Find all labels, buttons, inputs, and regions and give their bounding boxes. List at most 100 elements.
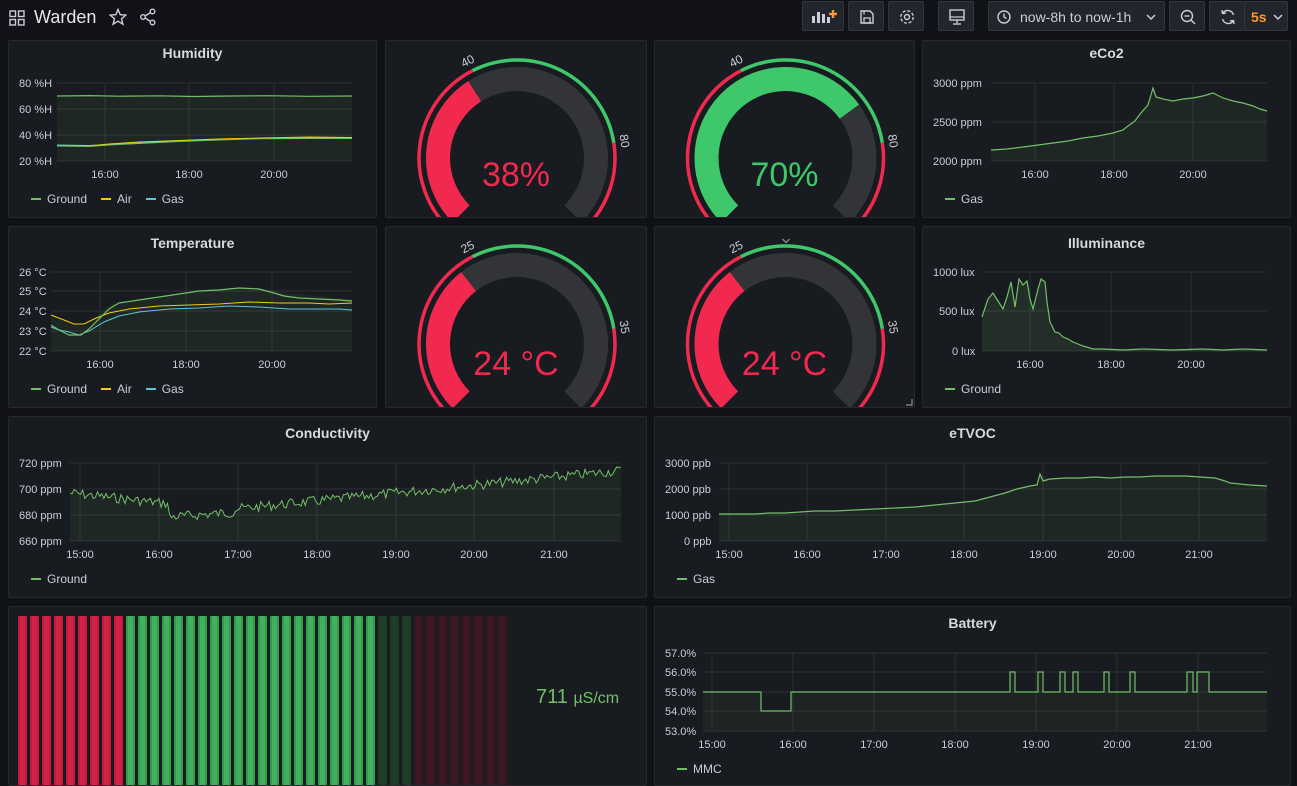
add-panel-button[interactable] bbox=[802, 1, 844, 31]
y-tick: 680 ppm bbox=[19, 510, 62, 522]
resize-handle-icon[interactable] bbox=[905, 398, 913, 406]
x-tick: 18:00 bbox=[303, 549, 331, 561]
legend-item-ground[interactable]: Ground bbox=[31, 572, 87, 586]
bargauge-cell-highlight bbox=[260, 616, 265, 785]
clock-icon bbox=[997, 10, 1011, 24]
gauge-tick-label: 80 bbox=[885, 133, 901, 149]
bargauge-value-display: 711 µS/cm bbox=[536, 686, 619, 709]
series-ground-line bbox=[56, 94, 353, 98]
conductivity-bargauge-panel[interactable]: 711 µS/cm bbox=[8, 606, 647, 786]
temperature-panel[interactable]: Temperature 26 °C 25 °C 24 °C 23 °C 22 °… bbox=[8, 226, 377, 408]
y-tick: 22 °C bbox=[19, 346, 47, 358]
legend-item-gas[interactable]: Gas bbox=[145, 382, 184, 396]
bargauge-cell-highlight bbox=[152, 616, 157, 785]
etvoc-panel[interactable]: eTVOC 3000 ppb 2000 ppb 1000 ppb 0 ppb 1… bbox=[654, 416, 1291, 598]
x-tick: 20:00 bbox=[1177, 359, 1205, 371]
eco2-panel[interactable]: eCo2 3000 ppm 2500 ppm 2000 ppm 16:00 18… bbox=[922, 40, 1291, 218]
bargauge-cell-highlight bbox=[236, 616, 241, 785]
temperature-gauge-air-panel[interactable]: 15253540 24 °C bbox=[654, 226, 915, 408]
save-dashboard-button[interactable] bbox=[848, 1, 884, 31]
illuminance-panel[interactable]: Illuminance 1000 lux 500 lux 0 lux 16:00… bbox=[922, 226, 1291, 408]
bargauge-cell-highlight bbox=[116, 616, 121, 785]
refresh-button[interactable] bbox=[1209, 1, 1245, 31]
bargauge-cell-highlight bbox=[416, 616, 421, 785]
time-range-label: now-8h to now-1h bbox=[1020, 9, 1132, 25]
x-tick: 20:00 bbox=[1103, 739, 1131, 751]
bargauge-cell-highlight bbox=[284, 616, 289, 785]
gauge-tick-label: 25 bbox=[727, 238, 746, 257]
bargauge-cell-highlight bbox=[212, 616, 217, 785]
bargauge-cell-highlight bbox=[356, 616, 361, 785]
x-tick: 18:00 bbox=[172, 359, 200, 371]
humidity-gauge-ground-panel[interactable]: 04080100 38% bbox=[385, 40, 647, 218]
save-icon bbox=[860, 10, 874, 24]
bargauge-unit: µS/cm bbox=[573, 690, 620, 707]
y-tick: 23 °C bbox=[19, 326, 47, 338]
x-tick: 20:00 bbox=[1179, 169, 1207, 181]
legend-item-mmc[interactable]: MMC bbox=[677, 762, 722, 776]
legend-item-ground[interactable]: Ground bbox=[31, 192, 87, 206]
y-tick: 40 %H bbox=[19, 130, 52, 142]
legend: Ground bbox=[31, 572, 87, 586]
legend-item-ground[interactable]: Ground bbox=[31, 382, 87, 396]
y-tick: 1000 ppb bbox=[665, 510, 711, 522]
bargauge-cell-highlight bbox=[428, 616, 433, 785]
y-tick: 55.0% bbox=[665, 687, 696, 699]
bargauge-cell-highlight bbox=[404, 616, 409, 785]
dashboard-title[interactable]: Warden bbox=[34, 7, 96, 28]
x-tick: 19:00 bbox=[382, 549, 410, 561]
add-panel-icon bbox=[812, 10, 837, 23]
bargauge-cell-highlight bbox=[224, 616, 229, 785]
bargauge-cell-highlight bbox=[200, 616, 205, 785]
x-tick: 16:00 bbox=[91, 169, 119, 181]
x-tick: 16:00 bbox=[86, 359, 114, 371]
bargauge-cell-highlight bbox=[164, 616, 169, 785]
humidity-panel[interactable]: Humidity 80 %H 60 %H 40 %H 20 %H 16:00 1… bbox=[8, 40, 377, 218]
refresh-icon bbox=[1221, 9, 1235, 25]
refresh-interval-picker[interactable]: 5s bbox=[1244, 1, 1288, 31]
temperature-gauge-ground-panel[interactable]: 15253540 24 °C bbox=[385, 226, 647, 408]
tv-mode-button[interactable] bbox=[938, 1, 974, 31]
humidity-gauge-air-panel[interactable]: 04080100 70% bbox=[654, 40, 915, 218]
gauge-value: 70% bbox=[750, 156, 819, 194]
bargauge-cell-highlight bbox=[56, 616, 61, 785]
gauge-tick-label: 80 bbox=[617, 133, 633, 149]
battery-panel[interactable]: Battery 57.0% 56.0% 55.0% 54.0% 53.0% 15… bbox=[654, 606, 1291, 786]
bargauge-cell-highlight bbox=[104, 616, 109, 785]
x-tick: 17:00 bbox=[860, 739, 888, 751]
legend: Gas bbox=[945, 192, 983, 206]
bargauge-cell-highlight bbox=[308, 616, 313, 785]
x-tick: 18:00 bbox=[1100, 169, 1128, 181]
y-tick: 700 ppm bbox=[19, 484, 62, 496]
x-tick: 18:00 bbox=[1097, 359, 1125, 371]
x-tick: 17:00 bbox=[872, 549, 900, 561]
legend-item-gas[interactable]: Gas bbox=[945, 192, 983, 206]
apps-icon[interactable] bbox=[9, 10, 27, 28]
bargauge-cell-highlight bbox=[80, 616, 85, 785]
time-range-picker[interactable]: now-8h to now-1h bbox=[988, 1, 1165, 31]
conductivity-chart: 720 ppm 700 ppm 680 ppm 660 ppm 15:00 16… bbox=[19, 458, 622, 561]
legend: Ground Air Gas bbox=[31, 382, 184, 396]
legend-item-gas[interactable]: Gas bbox=[145, 192, 184, 206]
bargauge-cell-highlight bbox=[176, 616, 181, 785]
star-icon[interactable] bbox=[109, 8, 127, 26]
conductivity-panel[interactable]: Conductivity 720 ppm 700 ppm 680 ppm 660… bbox=[8, 416, 647, 598]
dashboard-settings-button[interactable] bbox=[888, 1, 924, 31]
legend-item-air[interactable]: Air bbox=[101, 192, 132, 206]
legend: Ground Air Gas bbox=[31, 192, 184, 206]
legend-item-air[interactable]: Air bbox=[101, 382, 132, 396]
legend-item-gas[interactable]: Gas bbox=[677, 572, 715, 586]
bargauge-cell-highlight bbox=[188, 616, 193, 785]
bargauge-value: 711 bbox=[536, 686, 568, 708]
x-tick: 15:00 bbox=[715, 549, 743, 561]
zoom-out-icon bbox=[1180, 9, 1196, 25]
share-icon[interactable] bbox=[139, 8, 157, 26]
legend-item-ground[interactable]: Ground bbox=[945, 382, 1001, 396]
x-tick: 18:00 bbox=[950, 549, 978, 561]
x-tick: 20:00 bbox=[1107, 549, 1135, 561]
x-tick: 16:00 bbox=[1016, 359, 1044, 371]
temperature-chart: 26 °C 25 °C 24 °C 23 °C 22 °C 16:00 18:0… bbox=[19, 267, 353, 371]
zoom-out-button[interactable] bbox=[1169, 1, 1205, 31]
x-tick: 20:00 bbox=[260, 169, 288, 181]
x-tick: 19:00 bbox=[1022, 739, 1050, 751]
